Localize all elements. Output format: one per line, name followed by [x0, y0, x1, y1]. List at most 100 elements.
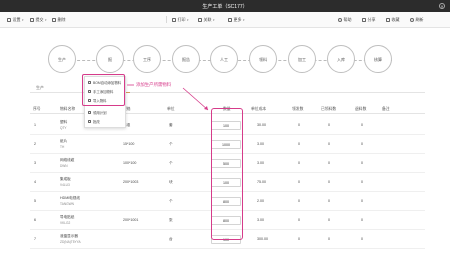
flow-step-warehousing[interactable]: 入库 [327, 45, 355, 73]
flow-step-labor[interactable]: 人工 [210, 45, 238, 73]
material-name: 导电贴纸 [60, 215, 75, 219]
unit-cost: 30.00 [257, 123, 266, 127]
menu-item-plan[interactable]: 领用计划 [88, 110, 107, 115]
row-no: 1 [34, 123, 36, 127]
material-name: 塑料 [60, 120, 68, 124]
favorite-icon [386, 18, 390, 22]
issue-count: 0 [298, 199, 300, 203]
favorite-button[interactable]: 收藏 [386, 17, 400, 23]
settings-button[interactable]: 设置 ▾ [7, 17, 24, 23]
received-count: 0 [328, 218, 330, 222]
toolbar: 设置 ▾ 提交 ▾ 删除 打印 ▾ 关联 ▾ 更多 ▾ 帮助 分享 收藏 刷新 [0, 12, 450, 28]
material-unit: 块 [169, 180, 173, 184]
flow-step-production[interactable]: 生产 [48, 45, 76, 73]
delete-icon [52, 18, 56, 22]
issue-count: 0 [298, 161, 300, 165]
col-header-received: 已领料数 [321, 107, 337, 111]
link-button[interactable]: 关联 ▾ [198, 17, 215, 23]
submit-icon [30, 18, 34, 22]
settings-icon [7, 18, 11, 22]
material-code: ZD(NA)T5YYA [60, 240, 81, 244]
material-unit: 套 [169, 123, 173, 127]
material-name: 液晶显示器 [60, 234, 78, 238]
material-code: TH [60, 145, 65, 149]
received-count: 0 [328, 142, 330, 146]
flow-step-accounting[interactable]: 核算 [364, 45, 392, 73]
print-button[interactable]: 打印 ▾ [172, 17, 189, 23]
material-code: QTY [60, 126, 67, 130]
unit-cost: 3.00 [257, 218, 264, 222]
material-name: 集成板 [60, 177, 71, 181]
row-no: 7 [34, 237, 36, 241]
unit-cost: 3.00 [257, 161, 264, 165]
returned-count: 0 [361, 218, 363, 222]
toolbar-divider [166, 16, 167, 23]
returned-count: 0 [361, 161, 363, 165]
tab-production[interactable]: 生产 [36, 85, 44, 91]
flow-step-report-2[interactable]: 报告 [172, 45, 200, 73]
more-icon [228, 18, 232, 22]
returned-count: 0 [361, 180, 363, 184]
annotation-label: 添加生产所需物料 [136, 82, 172, 87]
material-unit: 个 [169, 161, 173, 165]
received-count: 0 [328, 199, 330, 203]
unit-cost: 300.00 [257, 237, 268, 241]
returned-count: 0 [361, 237, 363, 241]
received-count: 0 [328, 180, 330, 184]
col-header-no: 序号 [33, 107, 41, 111]
material-unit: 个 [169, 199, 173, 203]
row-no: 4 [34, 180, 36, 184]
flow-step-processing[interactable]: 加工 [288, 45, 316, 73]
plan-icon [88, 111, 91, 114]
title-bar: 生产工单（SC177） ✕ [0, 0, 450, 12]
share-button[interactable]: 分享 [362, 17, 376, 23]
issue-count: 0 [298, 218, 300, 222]
flow-step-process[interactable]: 工序 [133, 45, 161, 73]
flow-step-material[interactable]: 领料 [249, 45, 277, 73]
col-header-issue: 领发数 [292, 107, 304, 111]
more-button[interactable]: 更多 ▾ [228, 17, 245, 23]
help-icon [338, 18, 342, 22]
material-unit: 台 [169, 237, 173, 241]
print-icon [172, 18, 176, 22]
link-icon [198, 18, 202, 22]
material-name: 网络线缆 [60, 158, 75, 162]
help-button[interactable]: 帮助 [338, 17, 352, 23]
issue-count: 0 [298, 180, 300, 184]
material-spec: 100*100 [123, 161, 137, 165]
returned-count: 0 [361, 142, 363, 146]
close-icon[interactable]: ✕ [439, 2, 445, 9]
quantity-column-highlight [211, 108, 243, 240]
received-count: 0 [328, 161, 330, 165]
col-header-cost: 单位成本 [251, 107, 267, 111]
process-flow: 生产 报 工序 报告 人工 领料 加工 入库 核算 [0, 30, 450, 86]
refresh-icon [410, 18, 414, 22]
col-header-unit: 单位 [167, 107, 175, 111]
unit-cost: 75.00 [257, 180, 266, 184]
row-no: 5 [34, 199, 36, 203]
material-unit: 张 [169, 218, 173, 222]
col-header-remark: 备注 [382, 107, 390, 111]
col-header-returned: 退料数 [355, 107, 367, 111]
col-header-name: 物料名称 [60, 107, 76, 111]
material-spec: 15*100 [123, 142, 135, 146]
material-spec: 200*1003 [123, 180, 139, 184]
returned-count: 0 [361, 123, 363, 127]
row-no: 3 [34, 161, 36, 165]
returned-count: 0 [361, 199, 363, 203]
flow-step-report[interactable]: 报 [96, 45, 124, 73]
received-count: 0 [328, 237, 330, 241]
received-count: 0 [328, 123, 330, 127]
material-name: 纸片 [60, 139, 68, 143]
refresh-button[interactable]: 刷新 [410, 17, 424, 23]
row-no: 2 [34, 142, 36, 146]
menu-item-batch-edit[interactable]: 批改 [88, 119, 100, 124]
unit-cost: 3.00 [257, 142, 264, 146]
delete-button[interactable]: 删除 [52, 17, 66, 23]
submit-button[interactable]: 提交 ▾ [30, 17, 47, 23]
unit-cost: 2.00 [257, 199, 264, 203]
issue-count: 0 [298, 237, 300, 241]
dropdown-highlight [82, 74, 125, 106]
material-code: VKLG2 [60, 221, 71, 225]
row-no: 6 [34, 218, 36, 222]
